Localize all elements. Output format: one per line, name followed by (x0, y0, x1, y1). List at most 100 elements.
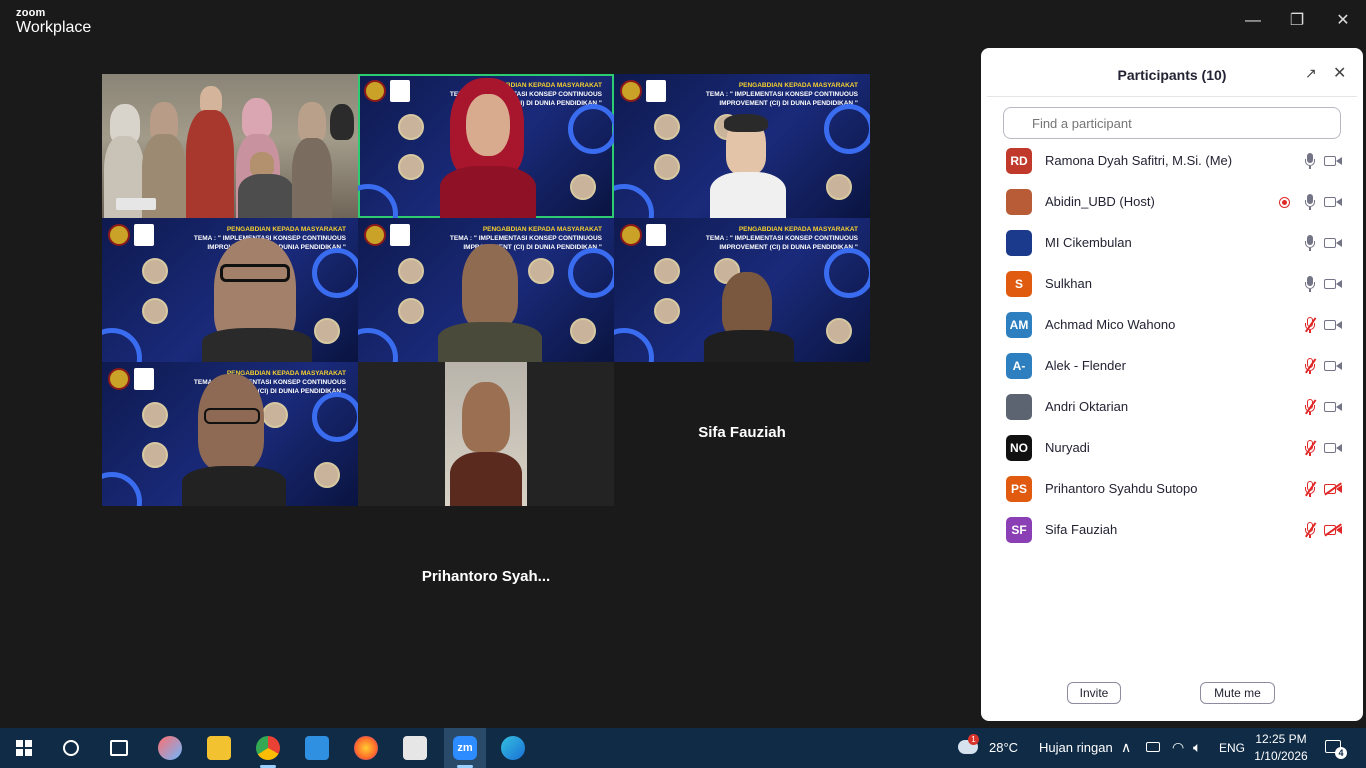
participant-name-sifa: Sifa Fauziah (698, 424, 786, 441)
mic-muted-icon[interactable] (1303, 440, 1317, 457)
video-tile-group[interactable] (102, 74, 358, 218)
camera-icon[interactable] (1324, 155, 1342, 167)
mic-icon[interactable] (1303, 276, 1317, 293)
notification-count: 4 (1335, 747, 1347, 759)
mic-muted-icon[interactable] (1303, 481, 1317, 498)
recording-icon (1279, 197, 1290, 208)
task-view-icon[interactable] (110, 740, 128, 756)
store-icon[interactable] (403, 736, 427, 760)
participant-row[interactable]: RD Ramona Dyah Safitri, M.Si. (Me) (981, 141, 1363, 182)
camera-icon[interactable] (1324, 401, 1342, 413)
camera-icon[interactable] (1324, 360, 1342, 372)
camera-icon[interactable] (1324, 319, 1342, 331)
mic-muted-icon[interactable] (1303, 399, 1317, 416)
logo-zoom: zoom (16, 7, 46, 19)
participant-row[interactable]: S Sulkhan (981, 264, 1363, 305)
battery-icon[interactable] (1146, 742, 1160, 752)
video-tile-active-speaker[interactable]: PENGABDIAN KEPADA MASYARAKAT TEMA : " IM… (358, 74, 614, 218)
search-circle-icon[interactable] (63, 740, 79, 756)
chrome-icon[interactable] (256, 736, 280, 760)
taskbar: zm 1 28°C Hujan ringan ∧ ◠ 🔈︎ ENG 12:25 … (0, 728, 1366, 768)
avatar: A- (1006, 353, 1032, 379)
participant-name: MI Cikembulan (1045, 235, 1132, 250)
participant-name-prihantoro: Prihantoro Syah... (421, 568, 551, 585)
logo-workplace: Workplace (16, 19, 92, 36)
participant-name: Sifa Fauziah (1045, 522, 1118, 537)
invite-button[interactable]: Invite (1067, 682, 1121, 704)
camera-icon[interactable] (1324, 442, 1342, 454)
mail-icon[interactable] (305, 736, 329, 760)
file-explorer-icon[interactable] (207, 736, 231, 760)
mic-muted-icon[interactable] (1303, 317, 1317, 334)
avatar (1006, 230, 1032, 256)
chevron-up-icon[interactable]: ∧ (1121, 739, 1131, 756)
speaker-icon[interactable]: 🔈︎ (1193, 739, 1201, 756)
search-input[interactable] (1003, 107, 1341, 139)
participant-row[interactable]: Andri Oktarian (981, 387, 1363, 428)
mic-icon[interactable] (1303, 194, 1317, 211)
avatar: PS (1006, 476, 1032, 502)
avatar: AM (1006, 312, 1032, 338)
mic-muted-icon[interactable] (1303, 358, 1317, 375)
close-panel-icon[interactable]: ✕ (1333, 63, 1346, 83)
camera-icon[interactable] (1324, 196, 1342, 208)
avatar: NO (1006, 435, 1032, 461)
mic-muted-icon[interactable] (1303, 522, 1317, 539)
avatar: SF (1006, 517, 1032, 543)
popout-icon[interactable]: ↗ (1305, 65, 1317, 82)
camera-icon[interactable] (1324, 237, 1342, 249)
title-bar: zoom Workplace — ❐ ✕ (0, 0, 1366, 44)
participant-name: Abidin_UBD (Host) (1045, 194, 1155, 209)
participant-row[interactable]: A- Alek - Flender (981, 346, 1363, 387)
participant-row[interactable]: PS Prihantoro Syahdu Sutopo (981, 469, 1363, 510)
camera-off-icon[interactable] (1324, 483, 1342, 495)
camera-off-icon[interactable] (1324, 524, 1342, 536)
participant-row[interactable]: Abidin_UBD (Host) (981, 182, 1363, 223)
participant-name: Sulkhan (1045, 276, 1092, 291)
participants-panel: Participants (10) ↗ ✕ RDRamona Dyah Safi… (981, 48, 1363, 721)
firefox-icon[interactable] (354, 736, 378, 760)
mic-icon[interactable] (1303, 153, 1317, 170)
avatar (1006, 394, 1032, 420)
divider (987, 96, 1357, 97)
avatar: S (1006, 271, 1032, 297)
video-tile-participant-6[interactable]: PENGABDIAN KEPADA MASYARAKAT TEMA : " IMP… (614, 218, 870, 362)
participant-name: Achmad Mico Wahono (1045, 317, 1176, 332)
windows-start-icon[interactable] (16, 740, 32, 756)
paint-app-icon[interactable] (158, 736, 182, 760)
mute-me-button[interactable]: Mute me (1200, 682, 1275, 704)
minimize-button[interactable]: — (1230, 6, 1276, 36)
participant-name: Andri Oktarian (1045, 399, 1129, 414)
video-tile-participant-8[interactable] (358, 362, 614, 506)
camera-icon[interactable] (1324, 278, 1342, 290)
clock-time[interactable]: 12:25 PM (1250, 732, 1312, 746)
zoom-icon: zm (453, 736, 477, 760)
participant-row[interactable]: MI Cikembulan (981, 223, 1363, 264)
edge-icon[interactable] (501, 736, 525, 760)
zoom-taskbar-button[interactable]: zm (444, 728, 486, 768)
logo-emblem (364, 80, 386, 102)
video-tile-participant-5[interactable]: PENGABDIAN KEPADA MASYARAKAT TEMA : " IMP… (358, 218, 614, 362)
restore-button[interactable]: ❐ (1274, 6, 1320, 36)
avatar (1006, 189, 1032, 215)
participant-name: Alek - Flender (1045, 358, 1126, 373)
avatar: RD (1006, 148, 1032, 174)
weather-temp[interactable]: 28°C (989, 740, 1018, 755)
video-tile-participant-4[interactable]: PENGABDIAN KEPADA MASYARAKAT TEMA : " IMP… (102, 218, 358, 362)
video-tile-participant-3[interactable]: PENGABDIAN KEPADA MASYARAKAT TEMA : " IMP… (614, 74, 870, 218)
clock-date[interactable]: 1/10/2026 (1250, 749, 1312, 763)
participant-name: Ramona Dyah Safitri, M.Si. (Me) (1045, 153, 1233, 168)
zoom-logo: zoom Workplace (16, 8, 91, 36)
weather-badge: 1 (968, 734, 979, 745)
participant-name: Nuryadi (1045, 440, 1090, 455)
language-indicator[interactable]: ENG (1219, 741, 1245, 755)
logo-badge (390, 80, 410, 102)
participant-row[interactable]: NO Nuryadi (981, 428, 1363, 469)
mic-icon[interactable] (1303, 235, 1317, 252)
weather-desc[interactable]: Hujan ringan (1039, 740, 1113, 755)
wifi-icon[interactable]: ◠ (1172, 739, 1184, 756)
close-window-button[interactable]: ✕ (1320, 6, 1366, 36)
participant-row[interactable]: SF Sifa Fauziah (981, 510, 1363, 551)
participant-row[interactable]: AM Achmad Mico Wahono (981, 305, 1363, 346)
video-tile-participant-7[interactable]: PENGABDIAN KEPADA MASYARAKAT TEMA : " IMP… (102, 362, 358, 506)
